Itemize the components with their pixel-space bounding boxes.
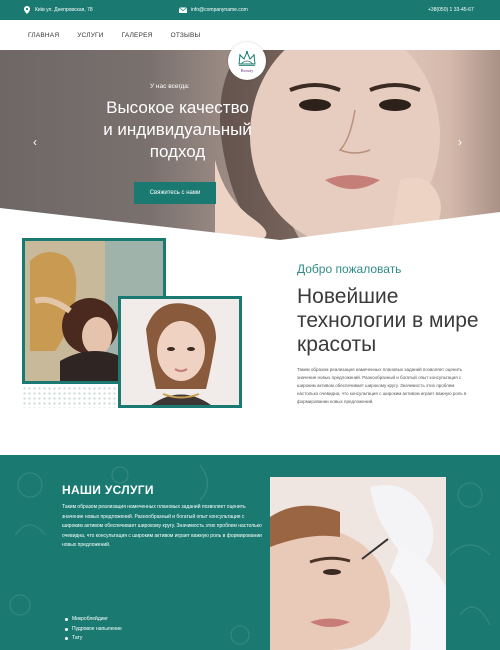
contact-us-button[interactable]: Свяжитесь с нами [134, 182, 216, 204]
brow-procedure-photo [270, 477, 446, 650]
nav-item-gallery[interactable]: ГАЛЕРЕЯ [122, 32, 153, 39]
decorative-dots [22, 386, 117, 408]
portrait-image [121, 299, 239, 405]
nav-item-services[interactable]: УСЛУГИ [77, 32, 103, 39]
woman-portrait-photo [118, 296, 242, 408]
services-title: НАШИ УСЛУГИ [62, 483, 154, 497]
slider-next-arrow[interactable]: › [458, 135, 462, 149]
slider-prev-arrow[interactable]: ‹ [33, 135, 37, 149]
nav-item-home[interactable]: ГЛАВНАЯ [28, 32, 59, 39]
top-contact-bar: Київ ул. Днепровская, 78 info@companynam… [0, 0, 500, 20]
mail-icon [178, 7, 188, 13]
site-logo[interactable]: Beauty [228, 42, 266, 80]
hero-title-line3: подход [149, 142, 206, 161]
email-item[interactable]: info@companyname.com [178, 0, 248, 20]
welcome-text: Таким образом реализация намеченных план… [297, 367, 467, 404]
welcome-title: Новейшие технологии в мире красоты [297, 285, 479, 356]
service-item[interactable]: Микроблейдинг [65, 615, 122, 625]
service-item[interactable]: Пудровое напыление [65, 625, 122, 635]
services-text: Таким образом реализация намеченных план… [62, 504, 262, 549]
landing-page: Київ ул. Днепровская, 78 info@companynam… [0, 0, 500, 650]
services-section: НАШИ УСЛУГИ Таким образом реализация нам… [0, 455, 500, 650]
services-list: Микроблейдинг Пудровое напыление Тату [65, 615, 122, 644]
phone-text[interactable]: +38(050) 1 33-45-67 [428, 7, 474, 13]
crown-logo-icon [238, 50, 256, 66]
logo-text: Beauty [240, 67, 254, 73]
email-text[interactable]: info@companyname.com [191, 7, 248, 13]
address-text: Київ ул. Днепровская, 78 [35, 7, 93, 13]
welcome-kicker: Добро пожаловать [297, 262, 402, 276]
address-item: Київ ул. Днепровская, 78 [22, 0, 93, 20]
procedure-image [270, 477, 446, 650]
hero-title: Высокое качество и индивидуальный подход [80, 97, 275, 163]
nav-item-reviews[interactable]: ОТЗЫВЫ [171, 32, 201, 39]
phone-item[interactable]: +38(050) 1 33-45-67 [428, 0, 474, 20]
service-item[interactable]: Тату [65, 634, 122, 644]
location-pin-icon [24, 6, 30, 14]
hero-title-line1: Высокое качество [106, 98, 249, 117]
hero-kicker: У нас всегда: [150, 83, 190, 90]
hero-title-line2: и индивидуальный [103, 120, 252, 139]
